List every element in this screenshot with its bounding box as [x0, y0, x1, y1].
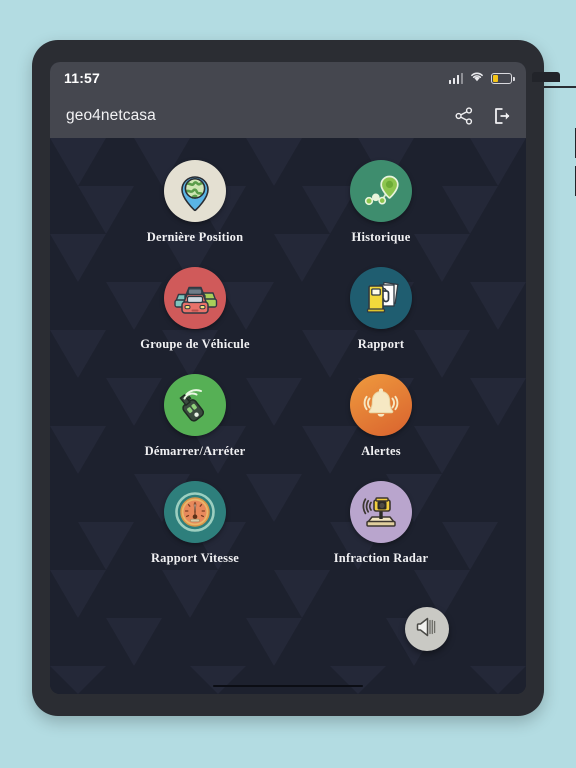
- menu-item-label: Rapport Vitesse: [150, 551, 240, 565]
- fuel-pump-report-icon: [350, 267, 412, 329]
- home-indicator-bar[interactable]: [213, 684, 363, 687]
- menu-item-label: Démarrer/Arréter: [144, 444, 246, 458]
- car-key-remote-icon: [164, 374, 226, 436]
- status-bar: 11:57: [50, 62, 526, 94]
- app-bar: geo4netcasa: [50, 94, 526, 138]
- device-screen: 11:57 geo4netcasa Dernière Position Hist…: [50, 62, 526, 694]
- menu-grid: Dernière Position Historique Groupe de V…: [50, 138, 526, 566]
- route-path-pin-icon: [350, 160, 412, 222]
- cars-group-icon: [164, 267, 226, 329]
- menu-item-rapport[interactable]: Rapport: [288, 267, 474, 352]
- wifi-icon: [470, 69, 484, 87]
- menu-item-label: Infraction Radar: [333, 551, 429, 565]
- menu-item-label: Dernière Position: [146, 230, 244, 244]
- menu-item-alertes[interactable]: Alertes: [288, 374, 474, 459]
- menu-item-infraction-radar[interactable]: Infraction Radar: [288, 481, 474, 566]
- tablet-device-frame: 11:57 geo4netcasa Dernière Position Hist…: [32, 40, 576, 716]
- screenshot-stage: 11:57 geo4netcasa Dernière Position Hist…: [0, 0, 576, 768]
- menu-item-label: Groupe de Véhicule: [140, 337, 250, 351]
- share-icon[interactable]: [454, 106, 474, 126]
- status-indicators: [448, 69, 515, 87]
- menu-item-groupe-de-vehicule[interactable]: Groupe de Véhicule: [102, 267, 288, 352]
- app-content: Dernière Position Historique Groupe de V…: [50, 138, 526, 694]
- menu-item-rapport-vitesse[interactable]: Rapport Vitesse: [102, 481, 288, 566]
- menu-item-label: Alertes: [361, 444, 401, 458]
- app-title: geo4netcasa: [66, 107, 156, 124]
- status-time: 11:57: [64, 70, 101, 86]
- power-button[interactable]: [532, 72, 560, 82]
- speed-camera-icon: [350, 481, 412, 543]
- signal-bars-icon: [448, 72, 463, 84]
- logout-icon[interactable]: [492, 106, 512, 126]
- battery-low-icon: [491, 72, 515, 84]
- bell-alert-icon: [350, 374, 412, 436]
- menu-item-demarrer-arreter[interactable]: Démarrer/Arréter: [102, 374, 288, 459]
- sound-toggle-button[interactable]: [405, 607, 449, 651]
- menu-item-historique[interactable]: Historique: [288, 160, 474, 245]
- speedometer-icon: [164, 481, 226, 543]
- speaker-volume-icon: [414, 614, 440, 645]
- menu-item-label: Rapport: [357, 337, 405, 351]
- menu-item-derniere-position[interactable]: Dernière Position: [102, 160, 288, 245]
- globe-map-pin-icon: [164, 160, 226, 222]
- app-bar-actions: [454, 106, 512, 126]
- menu-item-label: Historique: [351, 230, 411, 244]
